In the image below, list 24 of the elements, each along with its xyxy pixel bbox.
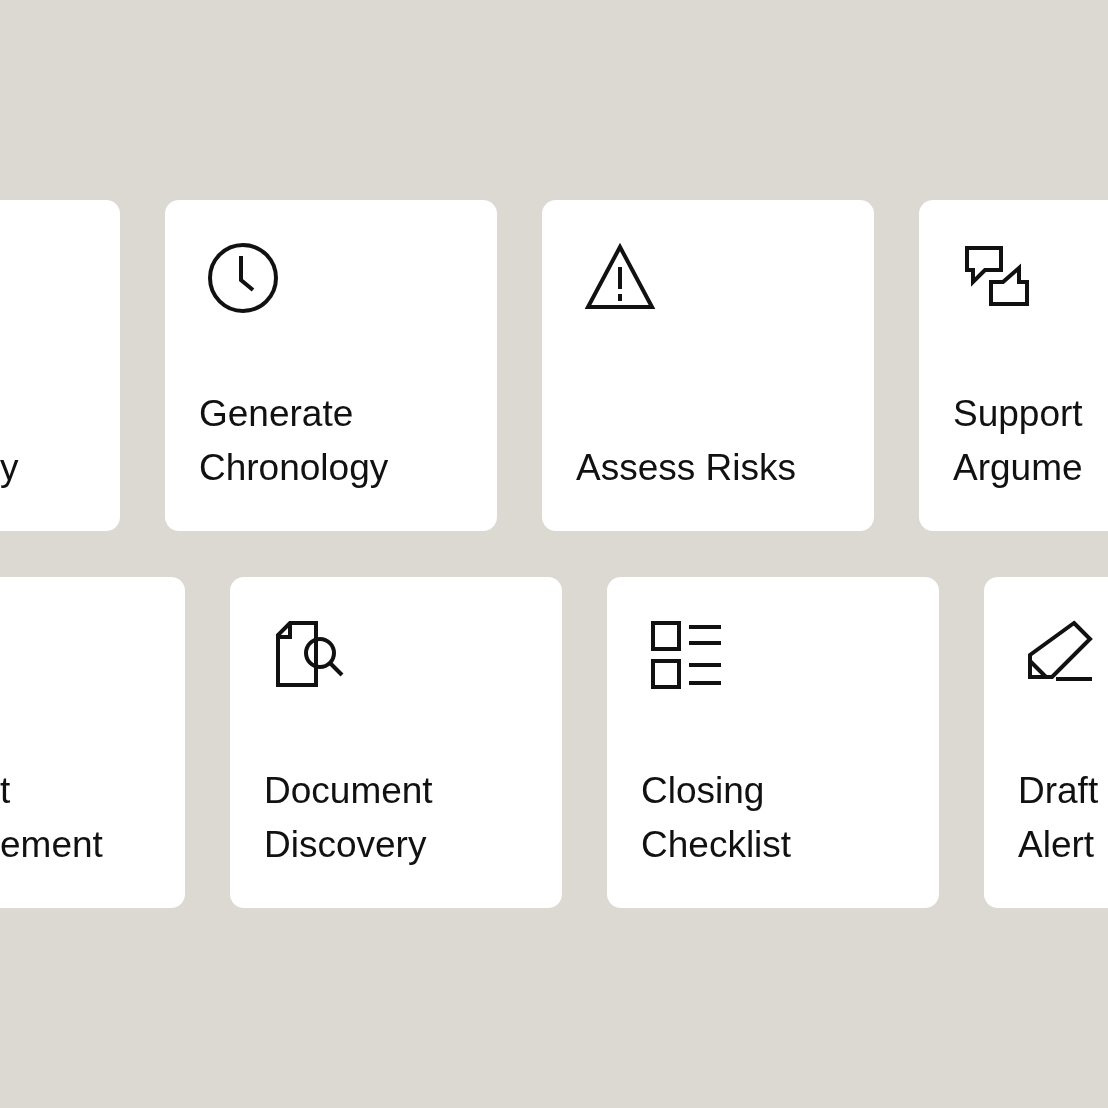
card-title: Discovery	[264, 823, 428, 867]
clock-icon	[207, 242, 279, 314]
card-title: Generate	[199, 392, 355, 436]
action-card[interactable]: y	[0, 200, 120, 531]
card-title: Argume	[953, 446, 1084, 490]
card-title: Checklist	[641, 823, 793, 867]
card-title: y	[0, 446, 20, 490]
card-title: Assess Risks	[576, 446, 797, 490]
action-card[interactable]: Draft Alert	[984, 577, 1108, 908]
card-title: Closing	[641, 769, 766, 813]
card-title: Alert	[1018, 823, 1096, 867]
card-title: Chronology	[199, 446, 390, 490]
action-card[interactable]: Support Argume	[919, 200, 1108, 531]
action-card[interactable]: Generate Chronology	[165, 200, 497, 531]
action-card[interactable]: Assess Risks	[542, 200, 874, 531]
card-title: ement	[0, 823, 104, 867]
action-card[interactable]: Closing Checklist	[607, 577, 939, 908]
card-title: Document	[264, 769, 434, 813]
checklist-icon	[649, 619, 721, 691]
card-title: Draft	[1018, 769, 1100, 813]
card-title: Support	[953, 392, 1084, 436]
card-title: t	[0, 769, 12, 813]
action-card[interactable]: t ement	[0, 577, 185, 908]
action-card[interactable]: Document Discovery	[230, 577, 562, 908]
